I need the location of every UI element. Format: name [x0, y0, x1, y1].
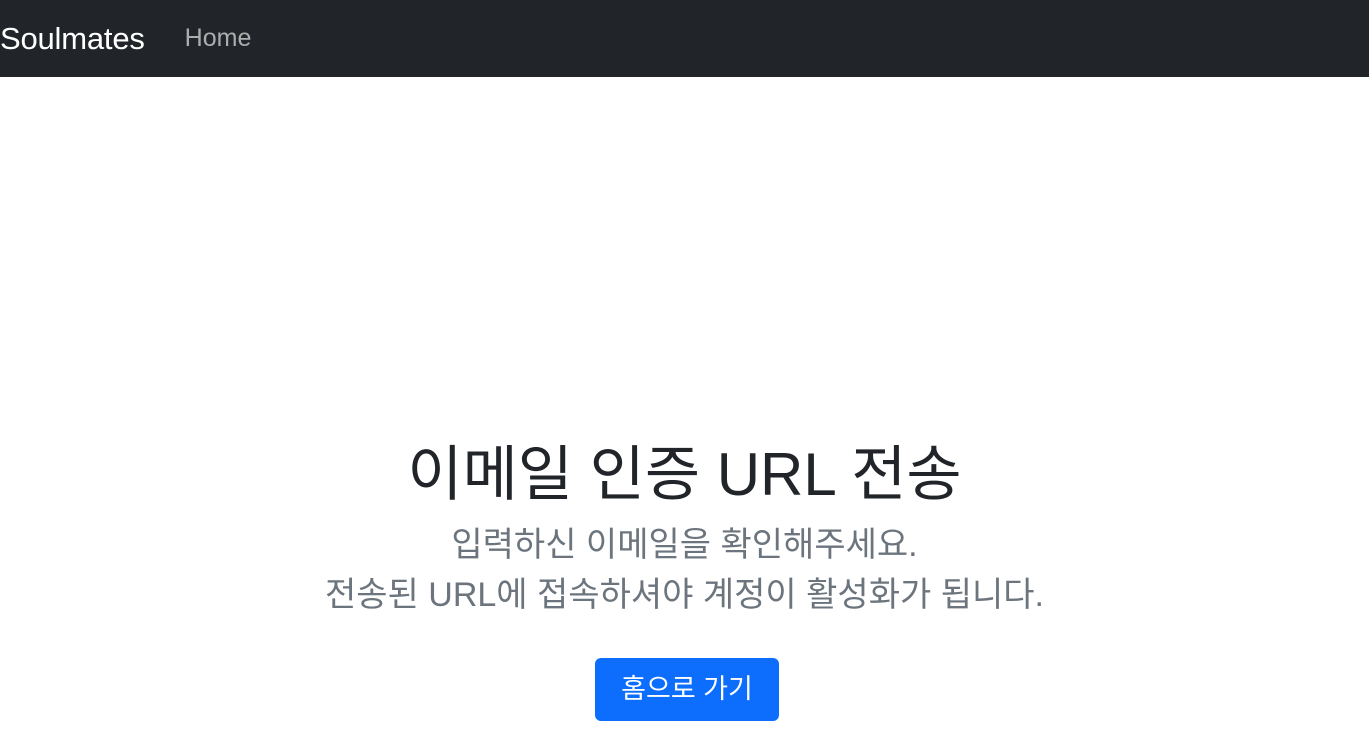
brand-link[interactable]: Soulmates — [0, 23, 145, 54]
lead-line-2: 전송된 URL에 접속하셔야 계정이 활성화가 됩니다. — [324, 576, 1044, 614]
lead-text: 입력하신 이메일을 확인해주세요. 전송된 URL에 접속하셔야 계정이 활성화… — [0, 520, 1369, 620]
go-home-button[interactable]: 홈으로 가기 — [595, 658, 779, 721]
page-title: 이메일 인증 URL 전송 — [407, 441, 962, 508]
top-navbar: Soulmates Home — [0, 0, 1369, 77]
nav-link-home[interactable]: Home — [185, 26, 252, 51]
lead-line-1: 입력하신 이메일을 확인해주세요. — [451, 526, 918, 564]
main-content: 이메일 인증 URL 전송 입력하신 이메일을 확인해주세요. 전송된 URL에… — [0, 77, 1369, 730]
